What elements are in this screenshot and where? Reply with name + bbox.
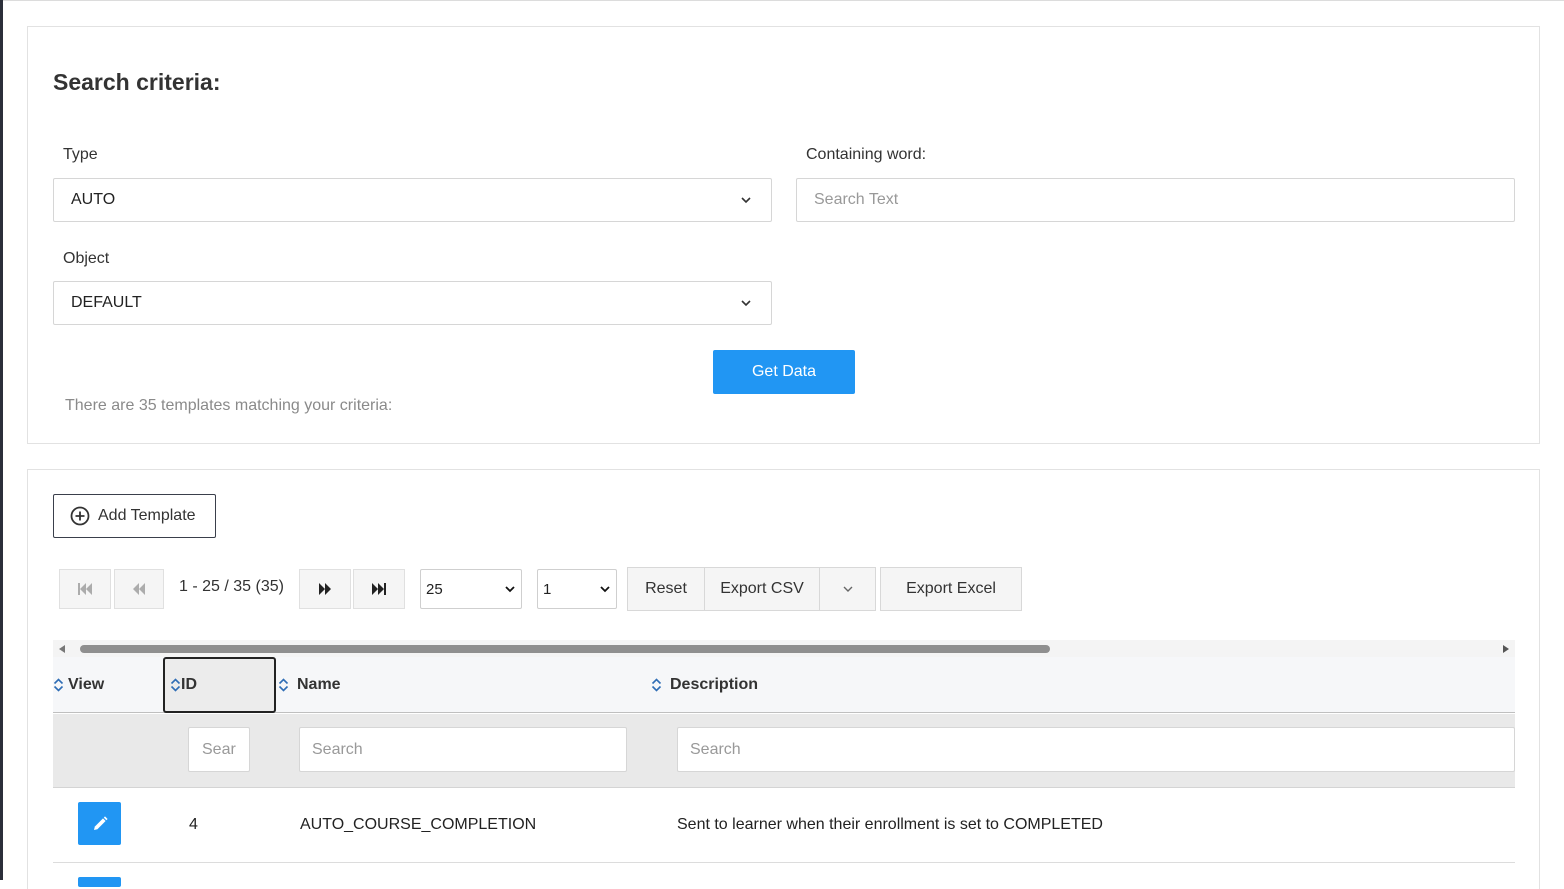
sort-icon: [53, 678, 64, 692]
plus-circle-icon: [70, 506, 90, 526]
page-size-value: 25: [426, 580, 443, 598]
column-header-name[interactable]: Name: [276, 657, 646, 713]
search-criteria-panel: Search criteria: Type AUTO Containing wo…: [27, 26, 1540, 444]
name-filter-input[interactable]: Search: [299, 727, 627, 772]
next-page-icon: [319, 583, 331, 595]
page-number-value: 1: [543, 580, 552, 598]
edit-template-button[interactable]: [78, 877, 121, 887]
row-id: 4: [189, 816, 198, 833]
previous-page-button[interactable]: [114, 569, 164, 609]
horizontal-scrollbar[interactable]: [53, 640, 1515, 657]
table-header: View ID Name Description: [53, 657, 1515, 713]
chevron-down-icon: [600, 586, 610, 593]
containing-word-label: Containing word:: [806, 146, 927, 163]
get-data-button[interactable]: Get Data: [713, 350, 855, 394]
add-template-label: Add Template: [98, 507, 196, 524]
pencil-icon: [93, 815, 108, 830]
reset-button[interactable]: Reset: [627, 567, 705, 611]
last-page-button[interactable]: [353, 569, 405, 609]
column-header-view[interactable]: View: [53, 657, 163, 713]
page-size-select[interactable]: 25: [420, 569, 522, 609]
object-select[interactable]: DEFAULT: [53, 281, 772, 325]
sort-icon: [278, 678, 289, 692]
chevron-down-icon: [741, 197, 751, 204]
result-count-text: There are 35 templates matching your cri…: [65, 397, 393, 414]
chevron-down-icon: [843, 586, 852, 592]
column-label-id: ID: [181, 676, 197, 693]
sort-icon: [170, 678, 181, 692]
page-number-select[interactable]: 1: [537, 569, 617, 609]
add-template-button[interactable]: Add Template: [53, 494, 216, 538]
chevron-down-icon: [505, 586, 515, 593]
name-filter-placeholder: Search: [312, 740, 363, 758]
previous-page-icon: [133, 583, 145, 595]
description-filter-input[interactable]: Search: [677, 727, 1515, 772]
sort-icon: [651, 678, 662, 692]
chevron-down-icon: [741, 300, 751, 307]
pagination-info: 1 - 25 / 35 (35): [179, 578, 284, 595]
scrollbar-thumb[interactable]: [80, 645, 1050, 653]
column-label-view: View: [68, 676, 105, 693]
row-description: Sent to learner when their enrollment is…: [677, 816, 1103, 833]
type-label: Type: [63, 146, 98, 163]
description-filter-placeholder: Search: [690, 740, 741, 758]
type-select[interactable]: AUTO: [53, 178, 772, 222]
row-name: AUTO_COURSE_COMPLETION: [300, 816, 537, 833]
filter-row: Sear Search Search: [53, 714, 1515, 788]
column-label-description: Description: [670, 676, 759, 693]
search-criteria-title: Search criteria:: [53, 69, 221, 95]
column-header-id[interactable]: ID: [163, 657, 276, 713]
id-filter-placeholder: Sear: [202, 740, 236, 758]
containing-word-input[interactable]: Search Text: [796, 178, 1515, 222]
containing-word-placeholder: Search Text: [814, 191, 899, 208]
scroll-left-icon[interactable]: [57, 644, 67, 654]
window-edge: [0, 0, 3, 880]
export-options-dropdown[interactable]: [819, 567, 876, 611]
first-page-icon: [78, 583, 92, 595]
object-select-value: DEFAULT: [71, 294, 142, 311]
column-header-description[interactable]: Description: [651, 657, 1511, 713]
column-label-name: Name: [297, 676, 341, 693]
object-label: Object: [63, 250, 110, 267]
first-page-button[interactable]: [59, 569, 111, 609]
top-divider: [3, 0, 1564, 1]
results-panel: Add Template 1 - 25 / 35 (35) 25 1 Reset…: [27, 469, 1540, 889]
scroll-right-icon[interactable]: [1501, 644, 1511, 654]
export-csv-button[interactable]: Export CSV: [704, 567, 820, 611]
last-page-icon: [372, 583, 386, 595]
table-row: 4 AUTO_COURSE_COMPLETION Sent to learner…: [53, 788, 1515, 863]
type-select-value: AUTO: [71, 191, 116, 208]
id-filter-input[interactable]: Sear: [188, 727, 250, 772]
next-page-button[interactable]: [299, 569, 351, 609]
export-excel-button[interactable]: Export Excel: [880, 567, 1022, 611]
edit-template-button[interactable]: [78, 802, 121, 845]
